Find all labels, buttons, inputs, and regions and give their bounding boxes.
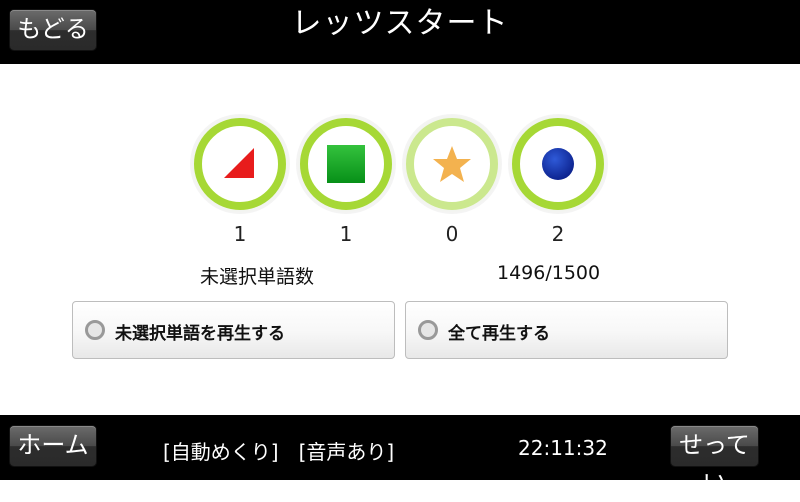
star-icon (433, 146, 471, 182)
star-count: 0 (445, 222, 459, 246)
play-unselected-label: 未選択単語を再生する (115, 324, 285, 344)
triangle-icon (224, 148, 254, 178)
settings-button[interactable]: せってい (671, 426, 758, 497)
play-unselected-button[interactable]: 未選択単語を再生する (72, 301, 395, 359)
play-all-button[interactable]: 全て再生する (405, 301, 728, 359)
clock: 22:11:32 (518, 436, 608, 460)
marker-star[interactable] (402, 114, 502, 214)
marker-circle[interactable] (508, 114, 608, 214)
radio-icon (85, 320, 105, 340)
unselected-words-label: 未選択単語数 (200, 266, 315, 288)
circle-icon (542, 148, 574, 180)
marker-triangle[interactable] (190, 114, 290, 214)
radio-icon (418, 320, 438, 340)
page-title: レッツスタート (291, 6, 509, 41)
unselected-words-count: 1496/1500 (497, 262, 601, 284)
square-count: 1 (339, 222, 353, 246)
circle-count: 2 (551, 222, 565, 246)
square-icon (327, 145, 365, 183)
mode-status: [自動めくり] [音声あり] (163, 440, 395, 464)
home-button[interactable]: ホーム (10, 426, 96, 466)
back-button[interactable]: もどる (10, 10, 96, 50)
play-all-label: 全て再生する (448, 324, 550, 344)
triangle-count: 1 (233, 222, 247, 246)
marker-square[interactable] (296, 114, 396, 214)
